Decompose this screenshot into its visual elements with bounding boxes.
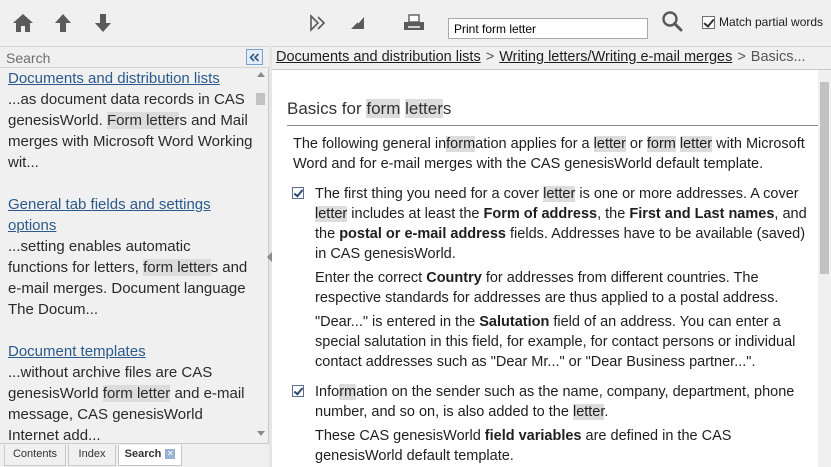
search-highlight: letter xyxy=(572,404,605,420)
bold-term: postal or e-mail address xyxy=(339,226,506,242)
search-result-snippet: ...setting enables automatic functions f… xyxy=(8,238,248,318)
bullet-list: The first thing you need for a cover let… xyxy=(287,184,818,466)
scrollbar-thumb[interactable] xyxy=(820,82,829,274)
search-icon[interactable] xyxy=(657,6,687,36)
search-highlight: form xyxy=(366,99,401,118)
highlight-icon[interactable] xyxy=(343,8,373,38)
search-result: Document templates ...without archive fil… xyxy=(8,341,254,442)
search-results-list: Documents and distribution lists ...as do… xyxy=(0,68,254,442)
search-input[interactable] xyxy=(448,18,648,39)
scrollbar-thumb[interactable] xyxy=(256,93,265,105)
search-result-link[interactable]: General tab fields and settings options xyxy=(8,194,254,236)
search-highlight: letter xyxy=(543,186,576,202)
topic-content: Basics for form letters The following ge… xyxy=(272,70,818,467)
match-partial-checkbox-box[interactable] xyxy=(702,15,715,29)
search-highlight: form xyxy=(646,136,676,152)
bullet-paragraph: Enter the correct Country for addresses … xyxy=(315,270,779,306)
search-result-snippet: ...as document data records in CAS genes… xyxy=(8,91,253,171)
breadcrumb-separator: > xyxy=(737,49,746,65)
bold-term: Salutation xyxy=(479,314,550,330)
search-panel-header: Search xyxy=(0,46,269,68)
arrow-down-icon[interactable] xyxy=(88,8,118,38)
breadcrumb-current: Basics... xyxy=(750,49,806,65)
page-title: Basics for form letters xyxy=(287,99,818,126)
bullet-paragraph: "Dear..." is entered in the Salutation f… xyxy=(315,314,796,370)
breadcrumb-link[interactable]: Documents and distribution lists xyxy=(276,49,481,65)
close-tab-icon[interactable]: ✕ xyxy=(165,449,176,460)
bullet-paragraph: Information on the sender such as the na… xyxy=(315,384,795,420)
search-panel: Search Documents and distribution lists.… xyxy=(0,46,269,467)
sync-toc-icon[interactable] xyxy=(303,8,333,38)
search-highlight: form xyxy=(446,136,476,152)
search-highlight: letter xyxy=(405,99,443,118)
double-chevron-left-icon xyxy=(249,52,260,62)
results-scrollbar[interactable] xyxy=(254,68,267,442)
scroll-down-icon[interactable] xyxy=(257,431,265,436)
bullet-paragraph: The first thing you need for a cover let… xyxy=(315,186,807,262)
search-highlight: letter xyxy=(593,136,626,152)
search-result: Documents and distribution lists ...as do… xyxy=(8,68,254,173)
intro-paragraph: The following general information applie… xyxy=(293,136,805,172)
search-highlight: Form letter xyxy=(106,112,180,129)
print-icon[interactable] xyxy=(399,8,429,38)
checkbox-bullet-icon xyxy=(292,187,304,199)
collapse-panel-button[interactable] xyxy=(246,49,263,65)
bold-term: Form xyxy=(483,206,520,222)
scroll-up-icon[interactable] xyxy=(257,72,265,77)
panel-tabs: Contents Index Search ✕ xyxy=(0,443,269,467)
checkbox-bullet-icon xyxy=(292,385,304,397)
search-highlight: form letter xyxy=(102,385,171,402)
content-scrollbar[interactable] xyxy=(818,70,831,467)
bullet-paragraph: These CAS genesisWorld field variables a… xyxy=(315,428,732,464)
bullet-item: The first thing you need for a cover let… xyxy=(287,184,818,372)
breadcrumb: Documents and distribution lists > Writing… xyxy=(272,46,831,70)
tab-contents[interactable]: Contents xyxy=(4,445,66,466)
search-result: General tab fields and settings options.… xyxy=(8,194,254,320)
breadcrumb-link[interactable]: Writing letters/Writing e-mail merges xyxy=(499,49,732,65)
match-partial-words-checkbox[interactable]: Match partial words xyxy=(702,15,823,29)
tab-index[interactable]: Index xyxy=(68,445,116,466)
search-result-link[interactable]: Document templates xyxy=(8,341,254,362)
arrow-up-icon[interactable] xyxy=(48,8,78,38)
bold-term: First and Last names xyxy=(629,206,775,222)
search-panel-title: Search xyxy=(6,50,51,66)
tab-search[interactable]: Search ✕ xyxy=(118,445,182,466)
search-result-snippet: ...without archive files are CAS genesis… xyxy=(8,364,245,442)
bold-term: field variables xyxy=(484,428,582,444)
search-highlight: rm xyxy=(339,384,357,400)
search-highlight: form letter xyxy=(143,259,211,276)
bullet-item: Information on the sender such as the na… xyxy=(287,382,818,466)
toolbar: Match partial words xyxy=(0,0,831,46)
search-highlight: letter xyxy=(679,136,713,152)
bold-term: Country xyxy=(426,270,482,286)
match-partial-label: Match partial words xyxy=(719,15,824,29)
search-highlight: letter xyxy=(315,206,348,222)
home-icon[interactable] xyxy=(8,8,38,38)
bold-term: of address xyxy=(519,206,598,222)
search-result-link[interactable]: Documents and distribution lists xyxy=(8,68,254,89)
breadcrumb-separator: > xyxy=(485,49,495,65)
